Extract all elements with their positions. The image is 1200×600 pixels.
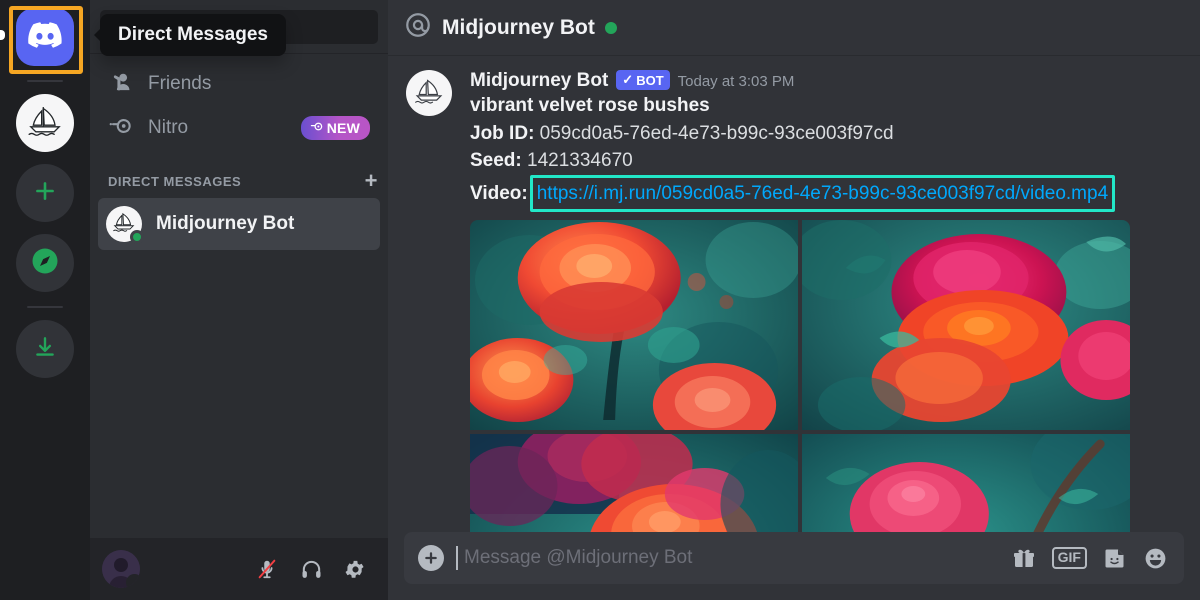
main-content: Midjourney Bot Midjourney Bot ✓ BOT Toda… (388, 0, 1200, 600)
rail-item-discord-home[interactable] (16, 8, 74, 66)
message-input[interactable]: Message @Midjourney Bot (456, 546, 1000, 570)
seed-label: Seed (470, 150, 516, 172)
message-input-placeholder: Message @Midjourney Bot (464, 547, 693, 568)
gif-icon-label: GIF (1051, 547, 1087, 569)
tooltip-label: Direct Messages (118, 24, 268, 45)
dm-sidebar: sation Friends (90, 0, 388, 600)
job-id-label: Job ID (470, 122, 529, 144)
server-rail (0, 0, 90, 600)
job-id-value: 059cd0a5-76ed-4e73-b99c-93ce003f97cd (539, 122, 894, 144)
message-item: Midjourney Bot ✓ BOT Today at 3:03 PM vi… (388, 70, 1200, 532)
sticker-icon[interactable] (1103, 546, 1127, 570)
avatar[interactable] (406, 70, 452, 116)
video-separator: : (521, 182, 528, 204)
rail-item-midjourney-server[interactable] (16, 94, 74, 152)
direct-messages-header: DIRECT MESSAGES + (90, 158, 388, 196)
discord-app: sation Friends (0, 0, 1200, 600)
composer-icons: GIF (1012, 546, 1168, 571)
sailboat-icon (412, 77, 446, 110)
job-id-separator: : (528, 122, 535, 144)
page-title: Midjourney Bot (442, 15, 595, 39)
message-body: Midjourney Bot ✓ BOT Today at 3:03 PM vi… (470, 70, 1184, 532)
dm-item-label: Midjourney Bot (156, 213, 295, 234)
nitro-new-badge: NEW (300, 116, 370, 140)
seed-separator: : (515, 150, 522, 172)
deafen-button[interactable] (296, 554, 326, 584)
rose-image-3[interactable] (470, 434, 798, 532)
rail-separator (27, 80, 63, 82)
rail-item-add-server[interactable] (16, 164, 74, 222)
current-user-avatar[interactable] (102, 550, 140, 588)
message-seed-line: Seed: 1421334670 (470, 147, 1184, 175)
compass-icon (30, 246, 60, 281)
sailboat-icon (25, 104, 65, 143)
emoji-icon[interactable] (1143, 546, 1168, 571)
sidebar-item-friends-label: Friends (148, 73, 212, 94)
rose-image-2[interactable] (802, 220, 1130, 431)
rail-item-explore-servers[interactable] (16, 234, 74, 292)
message-prompt: vibrant velvet rose bushes (470, 95, 710, 116)
user-settings-button[interactable] (340, 554, 370, 584)
user-panel (90, 538, 388, 600)
sidebar-item-nitro-label: Nitro (148, 117, 189, 138)
download-icon (32, 334, 58, 365)
message-list: Midjourney Bot ✓ BOT Today at 3:03 PM vi… (388, 56, 1200, 532)
sidebar-nav-list: Friends Nitro NEW (90, 54, 388, 158)
message-header: Midjourney Bot ✓ BOT Today at 3:03 PM (470, 70, 1184, 92)
channel-status-online (604, 21, 617, 34)
direct-messages-header-label: DIRECT MESSAGES (108, 173, 242, 189)
tooltip-direct-messages: Direct Messages (100, 14, 286, 56)
message-composer: Message @Midjourney Bot GIF (404, 532, 1184, 584)
gif-icon[interactable]: GIF (1051, 547, 1087, 569)
rail-separator-2 (27, 306, 63, 308)
mute-microphone-button[interactable] (252, 554, 282, 584)
friends-icon (108, 69, 134, 100)
at-mention-icon (404, 11, 432, 44)
user-controls (252, 554, 380, 584)
rail-active-pill (0, 30, 5, 40)
rose-image-4[interactable] (802, 434, 1130, 532)
sidebar-item-friends[interactable]: Friends (98, 62, 380, 106)
upload-attachment-button[interactable] (418, 545, 444, 571)
seed-value: 1421334670 (527, 150, 633, 172)
rail-item-download-apps[interactable] (16, 320, 74, 378)
sidebar-item-nitro[interactable]: Nitro NEW (98, 106, 380, 150)
status-badge-bot: ✓ BOT (616, 70, 670, 90)
check-icon: ✓ (622, 72, 634, 87)
video-label: Video (470, 182, 522, 204)
message-timestamp: Today at 3:03 PM (677, 73, 795, 90)
dm-list: Midjourney Bot (90, 196, 388, 252)
message-author[interactable]: Midjourney Bot (470, 70, 608, 92)
message-video-line: Video: https://i.mj.run/059cd0a5-76ed-4e7… (470, 174, 1184, 213)
message-image-grid (470, 220, 1130, 532)
composer-container: Message @Midjourney Bot GIF (388, 532, 1200, 600)
video-url-link[interactable]: https://i.mj.run/059cd0a5-76ed-4e73-b99c… (537, 183, 1108, 204)
bot-badge-label: BOT (636, 72, 664, 88)
avatar (106, 206, 144, 244)
rose-image-1[interactable] (470, 220, 798, 431)
video-url-highlight: https://i.mj.run/059cd0a5-76ed-4e73-b99c… (529, 174, 1116, 213)
discord-logo-icon (28, 21, 62, 53)
message-job-id-line: Job ID: 059cd0a5-76ed-4e73-b99c-93ce003f… (470, 120, 1184, 148)
dm-item-midjourney-bot[interactable]: Midjourney Bot (98, 198, 380, 250)
nitro-badge-label: NEW (326, 120, 360, 136)
status-badge-online (130, 230, 144, 244)
gift-icon[interactable] (1012, 546, 1036, 570)
channel-header: Midjourney Bot (388, 0, 1200, 56)
create-dm-button[interactable]: + (365, 170, 378, 192)
plus-icon (32, 178, 58, 209)
nitro-badge-icon (309, 120, 324, 136)
nitro-icon (108, 113, 134, 144)
